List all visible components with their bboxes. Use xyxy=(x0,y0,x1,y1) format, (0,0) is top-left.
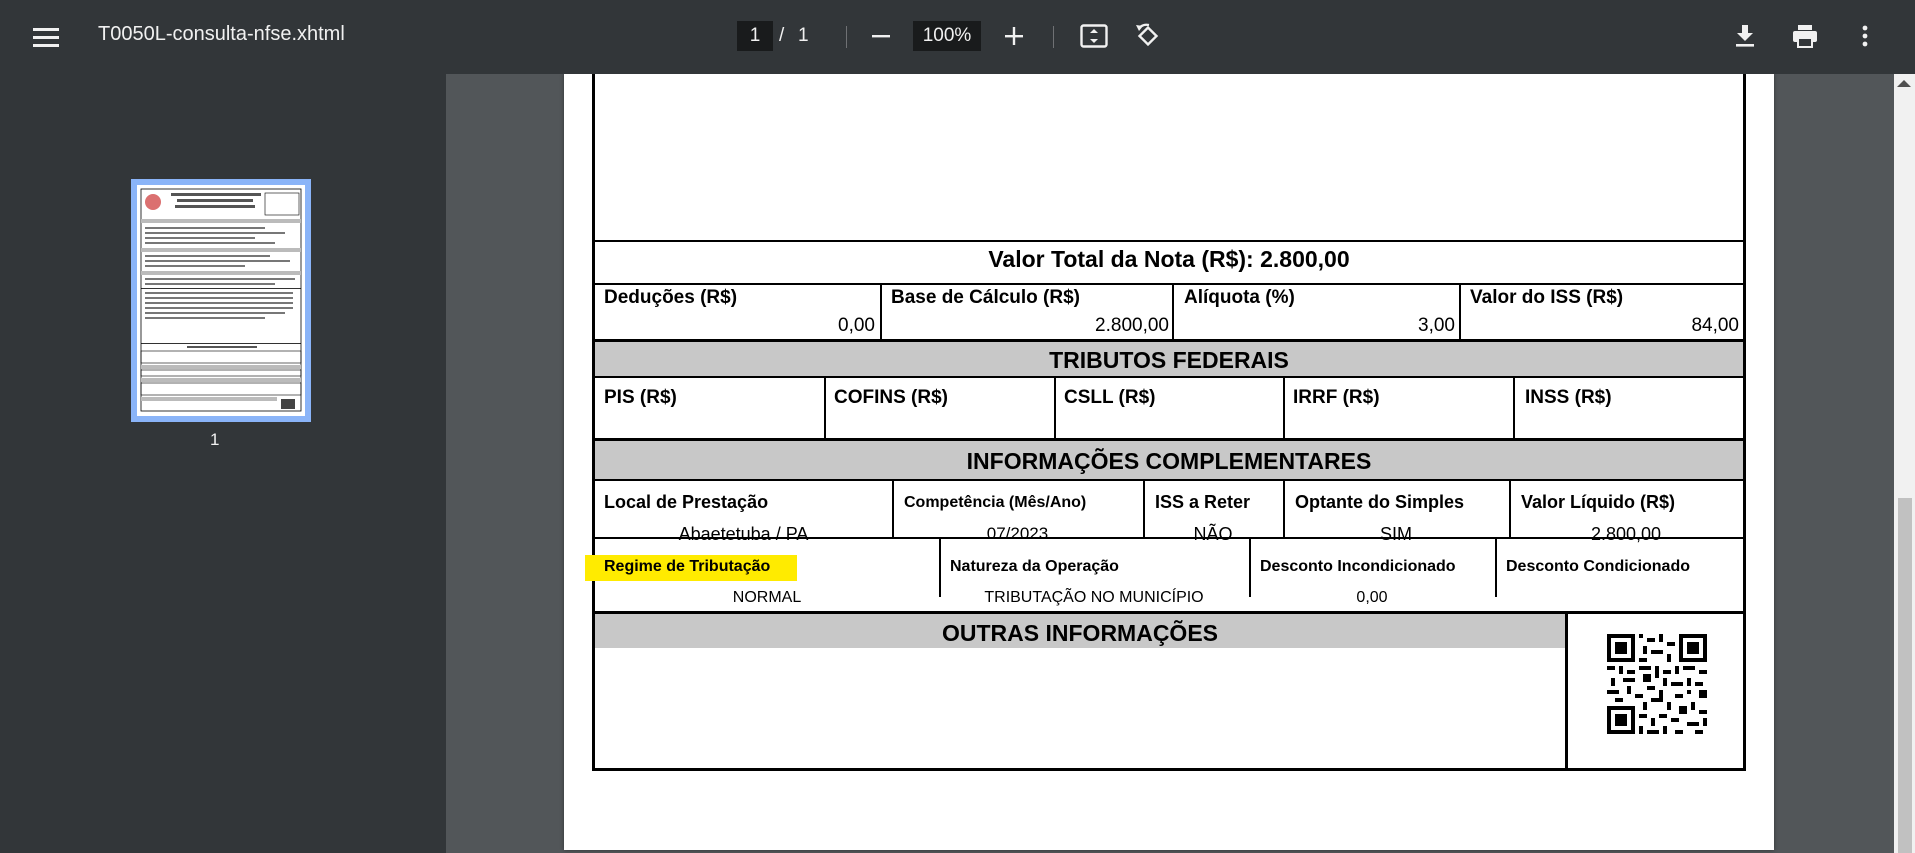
divider xyxy=(1054,376,1056,438)
csll-label: CSLL (R$) xyxy=(1064,387,1156,408)
nfse-document: Valor Total da Nota (R$): 2.800,00 Deduç… xyxy=(585,74,1746,771)
divider xyxy=(1459,283,1461,339)
fit-to-page-button[interactable] xyxy=(1075,17,1113,55)
more-vert-icon xyxy=(1862,25,1868,47)
rotate-button[interactable] xyxy=(1128,17,1166,55)
base-calculo-value: 2.800,00 xyxy=(1095,315,1169,336)
competencia-value: 07/2023 xyxy=(986,524,1049,543)
thumbnail-page-preview xyxy=(137,185,305,416)
divider xyxy=(1172,283,1174,339)
divider xyxy=(1249,537,1251,597)
toolbar-divider xyxy=(846,26,847,48)
page-number-input[interactable]: 1 xyxy=(737,21,773,51)
zoom-level-input[interactable]: 100% xyxy=(913,21,981,51)
base-calculo-label: Base de Cálculo (R$) xyxy=(891,287,1080,308)
divider xyxy=(595,376,1743,378)
zoom-out-button[interactable] xyxy=(863,18,899,54)
divider xyxy=(595,537,1743,539)
desconto-incondicionado-value: 0,00 xyxy=(1356,589,1388,606)
valor-liquido-label: Valor Líquido (R$) xyxy=(1521,492,1676,512)
qr-code-icon xyxy=(1607,634,1707,734)
valor-liquido-value: 2.800,00 xyxy=(1590,524,1662,544)
optante-simples-label: Optante do Simples xyxy=(1295,492,1465,512)
minus-icon xyxy=(872,35,890,38)
thumbnail-page-number: 1 xyxy=(210,430,220,449)
aliquota-value: 3,00 xyxy=(1418,315,1455,336)
optante-simples-value: SIM xyxy=(1379,524,1412,544)
print-button[interactable] xyxy=(1786,17,1824,55)
thumbnail-sidebar: 1 xyxy=(0,74,446,853)
iss-reter-label: ISS a Reter xyxy=(1155,492,1251,512)
scrollbar-thumb[interactable] xyxy=(1898,498,1912,853)
pdf-toolbar: T0050L-consulta-nfse.xhtml 1 / 1 100% xyxy=(0,0,1915,74)
pdf-page: Valor Total da Nota (R$): 2.800,00 Deduç… xyxy=(564,74,1774,850)
regime-tributacao-label: Regime de Tributação xyxy=(604,558,771,575)
valor-iss-label: Valor do ISS (R$) xyxy=(1470,287,1624,308)
valor-iss-value: 84,00 xyxy=(1691,315,1739,336)
natureza-operacao-value: TRIBUTAÇÃO NO MUNICÍPIO xyxy=(984,589,1204,606)
more-actions-button[interactable] xyxy=(1846,17,1884,55)
divider xyxy=(880,283,882,339)
aliquota-label: Alíquota (%) xyxy=(1184,287,1295,308)
scroll-up-arrow-icon[interactable] xyxy=(1897,80,1911,87)
document-viewer[interactable]: Valor Total da Nota (R$): 2.800,00 Deduç… xyxy=(446,74,1894,853)
deducoes-label: Deduções (R$) xyxy=(604,287,738,308)
divider xyxy=(1283,376,1285,438)
divider xyxy=(1565,611,1568,771)
divider xyxy=(939,537,941,597)
cofins-label: COFINS (R$) xyxy=(834,387,948,408)
download-button[interactable] xyxy=(1726,17,1764,55)
info-complementares-title: INFORMAÇÕES COMPLEMENTARES xyxy=(966,448,1372,474)
divider xyxy=(595,283,1743,285)
print-icon xyxy=(1793,25,1817,48)
regime-tributacao-value: NORMAL xyxy=(732,589,802,606)
page-total: 1 xyxy=(798,25,809,46)
page-separator: / xyxy=(779,25,785,46)
pis-label: PIS (R$) xyxy=(604,387,677,408)
menu-icon xyxy=(33,28,59,47)
divider xyxy=(595,479,1743,481)
local-prestacao-value: Abaetetuba / PA xyxy=(678,524,809,544)
thumbnail-content xyxy=(140,188,302,412)
page-thumbnail[interactable] xyxy=(131,179,311,422)
natureza-operacao-label: Natureza da Operação xyxy=(950,558,1119,575)
desconto-condicionado-label: Desconto Condicionado xyxy=(1506,558,1690,575)
iss-reter-value: NÃO xyxy=(1193,524,1233,544)
toolbar-divider xyxy=(1053,26,1054,48)
divider xyxy=(595,240,1743,242)
tributos-federais-title: TRIBUTOS FEDERAIS xyxy=(1049,347,1289,373)
desconto-incondicionado-label: Desconto Incondicionado xyxy=(1260,558,1456,575)
zoom-in-button[interactable] xyxy=(996,18,1032,54)
irrf-label: IRRF (R$) xyxy=(1293,387,1380,408)
menu-button[interactable] xyxy=(26,18,66,56)
valor-total-nota: Valor Total da Nota (R$): 2.800,00 xyxy=(988,246,1350,272)
divider xyxy=(1513,376,1515,438)
divider xyxy=(1495,537,1497,597)
deducoes-value: 0,00 xyxy=(838,315,875,336)
download-icon xyxy=(1736,25,1754,47)
plus-icon xyxy=(1005,27,1023,45)
rotate-icon xyxy=(1136,23,1159,47)
local-prestacao-label: Local de Prestação xyxy=(604,492,769,512)
competencia-label: Competência (Mês/Ano) xyxy=(904,494,1087,511)
fit-page-icon xyxy=(1080,24,1108,48)
divider xyxy=(824,376,826,438)
outras-informacoes-title: OUTRAS INFORMAÇÕES xyxy=(942,620,1218,646)
inss-label: INSS (R$) xyxy=(1525,387,1612,408)
document-title: T0050L-consulta-nfse.xhtml xyxy=(98,23,345,45)
